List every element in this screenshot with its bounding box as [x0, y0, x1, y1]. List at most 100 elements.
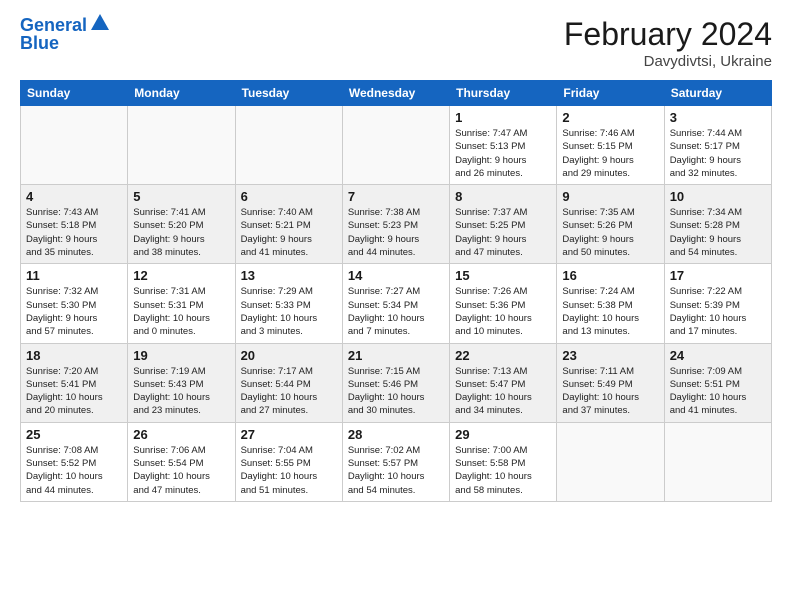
col-header-thursday: Thursday: [450, 81, 557, 106]
day-info: Sunrise: 7:02 AM Sunset: 5:57 PM Dayligh…: [348, 444, 444, 497]
calendar-week-row: 18Sunrise: 7:20 AM Sunset: 5:41 PM Dayli…: [21, 343, 772, 422]
calendar-day-5: 5 Sunrise: 7:41 AM Sunset: 5:20 PM Daylig…: [128, 185, 235, 264]
day-number: 17: [670, 268, 766, 283]
col-header-friday: Friday: [557, 81, 664, 106]
day-number: 19: [133, 348, 229, 363]
day-info: Sunrise: 7:00 AM Sunset: 5:58 PM Dayligh…: [455, 444, 551, 497]
calendar-day-4: 4 Sunrise: 7:43 AM Sunset: 5:18 PM Daylig…: [21, 185, 128, 264]
title-block: February 2024 Davydivtsi, Ukraine: [564, 16, 772, 70]
logo: General Blue: [20, 16, 111, 54]
calendar-day-25: 25 Sunrise: 7:08 AM Sunset: 5:52 PM Dayli…: [21, 422, 128, 501]
day-number: 23: [562, 348, 658, 363]
day-info: Sunrise: 7:26 AM Sunset: 5:36 PM Dayligh…: [455, 285, 551, 338]
day-number: 25: [26, 427, 122, 442]
page: General Blue February 2024 Davydivtsi, U…: [0, 0, 792, 612]
logo-icon: [89, 12, 111, 34]
calendar-day-19: 19 Sunrise: 7:19 AM Sunset: 5:43 PM Dayli…: [128, 343, 235, 422]
day-info: Sunrise: 7:41 AM Sunset: 5:20 PM Dayligh…: [133, 206, 229, 259]
calendar-day-9: 9 Sunrise: 7:35 AM Sunset: 5:26 PM Daylig…: [557, 185, 664, 264]
calendar-day-empty: [342, 106, 449, 185]
day-info: Sunrise: 7:38 AM Sunset: 5:23 PM Dayligh…: [348, 206, 444, 259]
day-info: Sunrise: 7:17 AM Sunset: 5:44 PM Dayligh…: [241, 365, 337, 418]
logo-blue: Blue: [20, 34, 111, 54]
day-info: Sunrise: 7:40 AM Sunset: 5:21 PM Dayligh…: [241, 206, 337, 259]
day-number: 14: [348, 268, 444, 283]
day-info: Sunrise: 7:15 AM Sunset: 5:46 PM Dayligh…: [348, 365, 444, 418]
day-number: 3: [670, 110, 766, 125]
calendar-week-row: 25 Sunrise: 7:08 AM Sunset: 5:52 PM Dayli…: [21, 422, 772, 501]
subtitle: Davydivtsi, Ukraine: [564, 53, 772, 70]
day-number: 20: [241, 348, 337, 363]
col-header-wednesday: Wednesday: [342, 81, 449, 106]
calendar-header-row: SundayMondayTuesdayWednesdayThursdayFrid…: [21, 81, 772, 106]
calendar-day-1: 1 Sunrise: 7:47 AM Sunset: 5:13 PM Daylig…: [450, 106, 557, 185]
day-number: 28: [348, 427, 444, 442]
day-info: Sunrise: 7:47 AM Sunset: 5:13 PM Dayligh…: [455, 127, 551, 180]
day-info: Sunrise: 7:22 AM Sunset: 5:39 PM Dayligh…: [670, 285, 766, 338]
calendar-day-26: 26 Sunrise: 7:06 AM Sunset: 5:54 PM Dayli…: [128, 422, 235, 501]
calendar-day-23: 23 Sunrise: 7:11 AM Sunset: 5:49 PM Dayli…: [557, 343, 664, 422]
calendar-day-29: 29Sunrise: 7:00 AM Sunset: 5:58 PM Dayli…: [450, 422, 557, 501]
calendar-week-row: 11Sunrise: 7:32 AM Sunset: 5:30 PM Dayli…: [21, 264, 772, 343]
day-number: 24: [670, 348, 766, 363]
calendar-day-10: 10 Sunrise: 7:34 AM Sunset: 5:28 PM Dayli…: [664, 185, 771, 264]
day-info: Sunrise: 7:32 AM Sunset: 5:30 PM Dayligh…: [26, 285, 122, 338]
day-info: Sunrise: 7:35 AM Sunset: 5:26 PM Dayligh…: [562, 206, 658, 259]
day-info: Sunrise: 7:46 AM Sunset: 5:15 PM Dayligh…: [562, 127, 658, 180]
day-number: 9: [562, 189, 658, 204]
calendar-day-empty: [557, 422, 664, 501]
day-info: Sunrise: 7:37 AM Sunset: 5:25 PM Dayligh…: [455, 206, 551, 259]
day-number: 27: [241, 427, 337, 442]
day-info: Sunrise: 7:11 AM Sunset: 5:49 PM Dayligh…: [562, 365, 658, 418]
calendar-week-row: 1 Sunrise: 7:47 AM Sunset: 5:13 PM Daylig…: [21, 106, 772, 185]
day-number: 16: [562, 268, 658, 283]
calendar-week-row: 4 Sunrise: 7:43 AM Sunset: 5:18 PM Daylig…: [21, 185, 772, 264]
day-number: 21: [348, 348, 444, 363]
day-number: 7: [348, 189, 444, 204]
calendar-day-18: 18Sunrise: 7:20 AM Sunset: 5:41 PM Dayli…: [21, 343, 128, 422]
calendar-day-7: 7 Sunrise: 7:38 AM Sunset: 5:23 PM Daylig…: [342, 185, 449, 264]
day-info: Sunrise: 7:29 AM Sunset: 5:33 PM Dayligh…: [241, 285, 337, 338]
calendar-day-2: 2 Sunrise: 7:46 AM Sunset: 5:15 PM Daylig…: [557, 106, 664, 185]
day-info: Sunrise: 7:43 AM Sunset: 5:18 PM Dayligh…: [26, 206, 122, 259]
col-header-saturday: Saturday: [664, 81, 771, 106]
day-info: Sunrise: 7:19 AM Sunset: 5:43 PM Dayligh…: [133, 365, 229, 418]
day-number: 2: [562, 110, 658, 125]
day-number: 22: [455, 348, 551, 363]
day-number: 12: [133, 268, 229, 283]
day-info: Sunrise: 7:44 AM Sunset: 5:17 PM Dayligh…: [670, 127, 766, 180]
day-info: Sunrise: 7:04 AM Sunset: 5:55 PM Dayligh…: [241, 444, 337, 497]
calendar-day-3: 3 Sunrise: 7:44 AM Sunset: 5:17 PM Daylig…: [664, 106, 771, 185]
day-info: Sunrise: 7:13 AM Sunset: 5:47 PM Dayligh…: [455, 365, 551, 418]
calendar-day-empty: [235, 106, 342, 185]
day-number: 4: [26, 189, 122, 204]
day-info: Sunrise: 7:06 AM Sunset: 5:54 PM Dayligh…: [133, 444, 229, 497]
col-header-tuesday: Tuesday: [235, 81, 342, 106]
day-info: Sunrise: 7:08 AM Sunset: 5:52 PM Dayligh…: [26, 444, 122, 497]
day-number: 1: [455, 110, 551, 125]
calendar-day-15: 15Sunrise: 7:26 AM Sunset: 5:36 PM Dayli…: [450, 264, 557, 343]
day-info: Sunrise: 7:09 AM Sunset: 5:51 PM Dayligh…: [670, 365, 766, 418]
calendar-day-13: 13 Sunrise: 7:29 AM Sunset: 5:33 PM Dayli…: [235, 264, 342, 343]
calendar-day-14: 14 Sunrise: 7:27 AM Sunset: 5:34 PM Dayli…: [342, 264, 449, 343]
col-header-sunday: Sunday: [21, 81, 128, 106]
calendar-day-22: 22 Sunrise: 7:13 AM Sunset: 5:47 PM Dayli…: [450, 343, 557, 422]
day-number: 5: [133, 189, 229, 204]
calendar-day-28: 28 Sunrise: 7:02 AM Sunset: 5:57 PM Dayli…: [342, 422, 449, 501]
day-number: 18: [26, 348, 122, 363]
calendar-day-27: 27 Sunrise: 7:04 AM Sunset: 5:55 PM Dayli…: [235, 422, 342, 501]
calendar-day-empty: [664, 422, 771, 501]
calendar-day-21: 21 Sunrise: 7:15 AM Sunset: 5:46 PM Dayli…: [342, 343, 449, 422]
day-info: Sunrise: 7:27 AM Sunset: 5:34 PM Dayligh…: [348, 285, 444, 338]
day-number: 13: [241, 268, 337, 283]
day-number: 10: [670, 189, 766, 204]
calendar-day-17: 17 Sunrise: 7:22 AM Sunset: 5:39 PM Dayli…: [664, 264, 771, 343]
col-header-monday: Monday: [128, 81, 235, 106]
day-info: Sunrise: 7:24 AM Sunset: 5:38 PM Dayligh…: [562, 285, 658, 338]
calendar-day-20: 20 Sunrise: 7:17 AM Sunset: 5:44 PM Dayli…: [235, 343, 342, 422]
day-number: 26: [133, 427, 229, 442]
calendar-day-6: 6Sunrise: 7:40 AM Sunset: 5:21 PM Daylig…: [235, 185, 342, 264]
header: General Blue February 2024 Davydivtsi, U…: [20, 16, 772, 70]
calendar-day-8: 8Sunrise: 7:37 AM Sunset: 5:25 PM Daylig…: [450, 185, 557, 264]
day-info: Sunrise: 7:34 AM Sunset: 5:28 PM Dayligh…: [670, 206, 766, 259]
